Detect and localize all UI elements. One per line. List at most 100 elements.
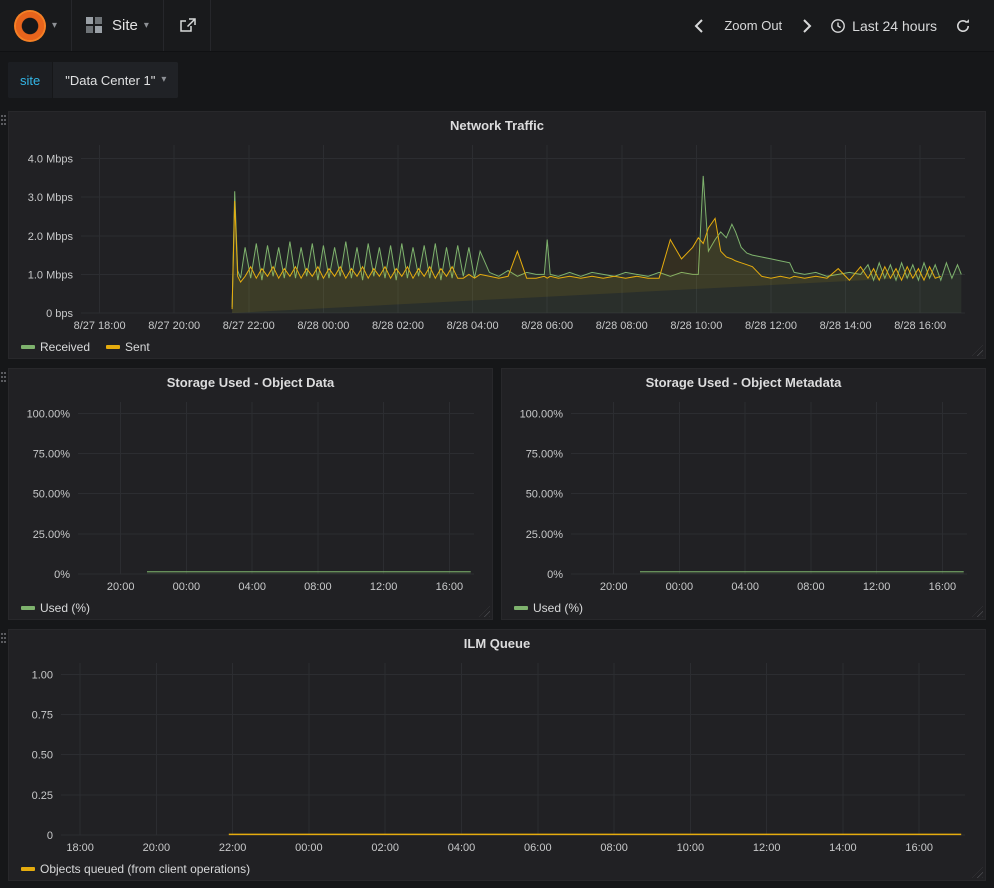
time-shift-back-button[interactable] xyxy=(685,0,713,52)
legend: Used (%) xyxy=(502,596,985,619)
time-range-picker-button[interactable]: Last 24 hours xyxy=(821,0,946,52)
legend-swatch-icon xyxy=(21,867,35,871)
row-drag-handle[interactable] xyxy=(1,372,3,374)
legend-series-label[interactable]: Objects queued (from client operations) xyxy=(40,862,250,876)
share-icon xyxy=(178,18,196,34)
x-axis-tick-label: 8/28 16:00 xyxy=(894,320,946,332)
panel-title[interactable]: Storage Used - Object Data xyxy=(9,369,492,396)
x-axis-tick-label: 00:00 xyxy=(665,581,693,593)
x-axis-tick-label: 00:00 xyxy=(295,842,323,854)
legend: Received Sent xyxy=(9,335,985,358)
panel-network-traffic: Network Traffic 8/27 18:008/27 20:008/27… xyxy=(8,111,986,359)
legend-series-label[interactable]: Used (%) xyxy=(533,601,583,615)
legend-swatch-icon xyxy=(21,606,35,610)
y-axis-tick-label: 0.75 xyxy=(32,709,53,721)
y-axis-tick-label: 0.50 xyxy=(32,750,53,762)
x-axis-tick-label: 8/27 18:00 xyxy=(74,320,126,332)
x-axis-tick-label: 8/28 04:00 xyxy=(447,320,499,332)
zoom-out-button[interactable]: Zoom Out xyxy=(713,0,793,52)
dashboard-row: Storage Used - Object Data 20:00 00:00 04:… xyxy=(8,368,986,620)
legend: Objects queued (from client operations) xyxy=(9,857,985,880)
storage-object-metadata-chart[interactable]: 20:00 00:00 04:00 08:00 12:00 16:00 0% 25.00% 50… xyxy=(507,396,981,596)
share-dashboard-button[interactable] xyxy=(164,0,211,51)
y-axis-tick-label: 2.0 Mbps xyxy=(28,231,74,243)
x-axis-tick-label: 8/27 20:00 xyxy=(148,320,200,332)
x-axis-tick-label: 06:00 xyxy=(524,842,552,854)
legend-item: Used (%) xyxy=(21,601,90,615)
x-axis-tick-label: 20:00 xyxy=(599,581,627,593)
panel-title[interactable]: Storage Used - Object Metadata xyxy=(502,369,985,396)
y-axis-tick-label: 1.00 xyxy=(32,669,53,681)
panel-storage-object-metadata: Storage Used - Object Metadata 20:00 00:0… xyxy=(501,368,986,620)
variable-value-text: "Data Center 1" xyxy=(65,73,155,88)
dashboard-row: Network Traffic 8/27 18:008/27 20:008/27… xyxy=(8,111,986,359)
x-axis-tick-label: 14:00 xyxy=(829,842,857,854)
variable-value-dropdown[interactable]: "Data Center 1" ▾ xyxy=(52,62,178,98)
x-axis-tick-label: 00:00 xyxy=(172,581,200,593)
network-traffic-chart[interactable]: 8/27 18:008/27 20:008/27 22:008/28 00:00… xyxy=(15,139,979,335)
y-axis-tick-label: 1.0 Mbps xyxy=(28,269,74,281)
dashboard-grid: Network Traffic 8/27 18:008/27 20:008/27… xyxy=(0,107,994,888)
dashboard-grid-icon xyxy=(86,17,103,34)
ilm-queue-chart[interactable]: 18:0020:0022:0000:0002:0004:0006:0008:00… xyxy=(15,657,979,857)
y-axis-tick-label: 25.00% xyxy=(525,529,563,541)
x-axis-tick-label: 16:00 xyxy=(435,581,463,593)
y-axis-tick-label: 0 xyxy=(47,830,53,842)
x-axis-tick-label: 8/28 06:00 xyxy=(521,320,573,332)
x-axis-tick-label: 16:00 xyxy=(928,581,956,593)
legend-series-label[interactable]: Used (%) xyxy=(40,601,90,615)
x-axis-tick-label: 12:00 xyxy=(862,581,890,593)
x-axis-tick-label: 8/28 02:00 xyxy=(372,320,424,332)
x-axis-tick-label: 10:00 xyxy=(677,842,705,854)
legend-item: Objects queued (from client operations) xyxy=(21,862,250,876)
refresh-icon xyxy=(955,18,971,34)
chevron-right-icon xyxy=(802,19,812,33)
x-axis-tick-label: 8/28 10:00 xyxy=(670,320,722,332)
y-axis-tick-label: 50.00% xyxy=(525,489,563,501)
legend-swatch-icon xyxy=(514,606,528,610)
x-axis-tick-label: 18:00 xyxy=(66,842,94,854)
dashboard-title: Site xyxy=(112,17,138,34)
x-axis-tick-label: 8/28 14:00 xyxy=(820,320,872,332)
storage-object-data-chart[interactable]: 20:0000:0004:0008:0012:0016:000%25.00%50… xyxy=(14,396,488,596)
legend-series-label[interactable]: Sent xyxy=(125,340,150,354)
time-shift-forward-button[interactable] xyxy=(793,0,821,52)
panel-title[interactable]: Network Traffic xyxy=(9,112,985,139)
variable-name-label: site xyxy=(8,62,52,98)
grafana-logo-icon xyxy=(14,10,46,42)
caret-down-icon: ▾ xyxy=(144,21,149,31)
y-axis-tick-label: 0.25 xyxy=(32,790,53,802)
legend: Used (%) xyxy=(9,596,492,619)
chevron-left-icon xyxy=(694,19,704,33)
y-axis-tick-label: 0% xyxy=(54,569,70,581)
x-axis-tick-label: 08:00 xyxy=(797,581,825,593)
x-axis-tick-label: 08:00 xyxy=(304,581,332,593)
legend-series-label[interactable]: Received xyxy=(40,340,90,354)
time-range-label: Last 24 hours xyxy=(852,18,937,34)
y-axis-tick-label: 75.00% xyxy=(32,448,70,460)
row-drag-handle[interactable] xyxy=(1,115,3,117)
panel-storage-object-data: Storage Used - Object Data 20:0000:0004:… xyxy=(8,368,493,620)
grafana-menu-button[interactable]: ▾ xyxy=(0,0,72,51)
x-axis-tick-label: 8/28 08:00 xyxy=(596,320,648,332)
row-drag-handle[interactable] xyxy=(1,633,3,635)
legend-item: Sent xyxy=(106,340,150,354)
dashboard-row: ILM Queue 18:0020:0022:0000:0002:0004:00… xyxy=(8,629,986,881)
y-axis-tick-label: 100.00% xyxy=(519,408,563,420)
legend-item: Received xyxy=(21,340,90,354)
x-axis-tick-label: 12:00 xyxy=(753,842,781,854)
x-axis-tick-label: 20:00 xyxy=(106,581,134,593)
legend-swatch-icon xyxy=(106,345,120,349)
panel-ilm-queue: ILM Queue 18:0020:0022:0000:0002:0004:00… xyxy=(8,629,986,881)
y-axis-tick-label: 0% xyxy=(547,569,563,581)
x-axis-tick-label: 8/28 12:00 xyxy=(745,320,797,332)
zoom-out-label: Zoom Out xyxy=(722,18,784,33)
dashboard-picker-button[interactable]: Site ▾ xyxy=(72,0,164,51)
x-axis-tick-label: 04:00 xyxy=(731,581,759,593)
top-navbar: ▾ Site ▾ Zoom Out xyxy=(0,0,994,52)
y-axis-tick-label: 0 bps xyxy=(46,308,73,320)
refresh-button[interactable] xyxy=(946,0,980,52)
y-axis-tick-label: 50.00% xyxy=(32,489,70,501)
panel-title[interactable]: ILM Queue xyxy=(9,630,985,657)
x-axis-tick-label: 08:00 xyxy=(600,842,628,854)
